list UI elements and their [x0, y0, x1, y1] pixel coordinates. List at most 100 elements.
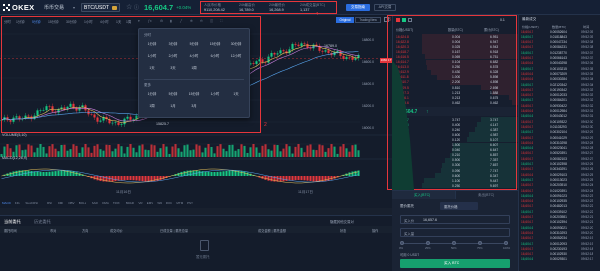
- annotation-number: 2: [264, 122, 267, 128]
- star-icon[interactable]: ☆: [126, 3, 132, 11]
- period-option[interactable]: 12小时: [226, 53, 246, 60]
- period-option[interactable]: 2小时: [163, 53, 183, 60]
- period-option[interactable]: 1小时: [205, 91, 225, 98]
- slider-mark[interactable]: [504, 241, 508, 245]
- period-option[interactable]: 1天: [142, 65, 162, 72]
- buy-submit-button[interactable]: 买入 BTC: [400, 259, 510, 268]
- macd-bar: [30, 171, 33, 176]
- trade-amount: 0.00102930: [550, 252, 567, 257]
- button-label: 买入 BTC: [444, 261, 460, 265]
- slider-mark[interactable]: [478, 241, 482, 245]
- volume-bar: [234, 150, 237, 157]
- trade-price: 16,604.7: [521, 215, 534, 219]
- tab-order-history[interactable]: 历史委托: [34, 219, 51, 225]
- macd-bar: [213, 171, 216, 176]
- period-option[interactable]: 4小时: [184, 53, 204, 60]
- trade-amount: 0.01103293: [550, 124, 567, 129]
- period-option[interactable]: 15分钟: [184, 91, 204, 98]
- volume-bar: [102, 150, 105, 157]
- period-dropdown[interactable]: 分时 1分钟 3分钟 5分钟 15分钟 30分钟 1小时 2小时 4小时 6小时…: [138, 28, 250, 118]
- indicator-tab[interactable]: EMV: [147, 201, 154, 205]
- info-icon[interactable]: ⓘ: [134, 4, 139, 11]
- time-label: 11月16日: [116, 190, 131, 194]
- tab-sell[interactable]: 卖出(BTC): [455, 191, 518, 199]
- trade-amount: 0.00930422: [550, 103, 567, 108]
- period-option[interactable]: 30分钟: [226, 41, 246, 48]
- trade-time: 09:52:31: [581, 109, 594, 113]
- amount-input[interactable]: 买入量: [400, 228, 510, 237]
- trade-time: 09:52:21: [581, 220, 594, 225]
- indicator-tab[interactable]: MTM: [176, 201, 183, 205]
- trade-amount: 0.00029301: [550, 257, 567, 262]
- indicator-tab[interactable]: RSI: [47, 201, 52, 205]
- trade-amount: 0.00102398: [550, 162, 567, 166]
- period-option[interactable]: 1周: [142, 103, 162, 110]
- tab-buy[interactable]: 买入(BTC): [392, 191, 455, 199]
- okex-logo[interactable]: OKEX: [3, 3, 34, 12]
- candle-body: [276, 53, 279, 55]
- period-option[interactable]: 5分钟: [184, 41, 204, 48]
- hide-other-pairs-toggle[interactable]: 隐藏其他交易对: [330, 219, 354, 224]
- period-option[interactable]: 3分钟: [163, 41, 183, 48]
- indicator-tab[interactable]: MACD: [2, 201, 11, 205]
- indicator-tab[interactable]: OBV: [68, 201, 74, 205]
- tab-current-orders[interactable]: 当前委托: [4, 219, 21, 225]
- volume-bar: [345, 148, 348, 157]
- period-option[interactable]: 1小时: [142, 53, 162, 60]
- slider-mark[interactable]: [452, 241, 456, 245]
- indicator-tab[interactable]: ROC: [166, 201, 173, 205]
- period-option[interactable]: 6小时: [205, 53, 225, 60]
- indicator-tab[interactable]: BOLL: [79, 201, 87, 205]
- volume-label: VOLUME(5,10): [2, 133, 27, 137]
- indicator-tab[interactable]: DMA: [102, 201, 109, 205]
- indicator-tab[interactable]: TRIX: [113, 201, 120, 205]
- indicator-tab[interactable]: BRAR: [126, 201, 134, 205]
- period-option[interactable]: 1分钟: [142, 41, 162, 48]
- indicator-tab[interactable]: WR: [157, 201, 162, 205]
- pair-badge: [112, 6, 117, 10]
- trading-guide-button[interactable]: 交易指南: [346, 4, 370, 11]
- button-label: 交易指南: [351, 5, 365, 9]
- macd-bar: [114, 176, 117, 182]
- period-option[interactable]: 5分钟: [163, 91, 183, 98]
- trade-amount: 0.00023041: [550, 146, 567, 151]
- volume-bar: [141, 144, 144, 157]
- indicator-tab[interactable]: PSY: [187, 201, 193, 205]
- trade-price: 16,604.7: [521, 135, 534, 140]
- indicator-tab[interactable]: VR: [138, 201, 142, 205]
- period-option[interactable]: 1月: [163, 103, 183, 110]
- trade-price: 16,604.7: [521, 236, 534, 241]
- candle-body: [324, 50, 327, 52]
- period-option[interactable]: 3天: [163, 65, 183, 72]
- volume-bar: [153, 145, 156, 157]
- coin-trading-menu[interactable]: 币币交易: [44, 4, 64, 11]
- period-option[interactable]: 15分钟: [205, 41, 225, 48]
- indicator-tab[interactable]: DMI: [58, 201, 64, 205]
- period-option[interactable]: 3月: [184, 103, 204, 110]
- volume-bar: [36, 147, 39, 157]
- trade-price: 16,604.6: [521, 193, 534, 198]
- macd-bar: [132, 176, 135, 181]
- order-type[interactable]: 限价委托: [400, 204, 414, 209]
- trade-time: 09:52:28: [581, 146, 594, 151]
- period-option[interactable]: 1周: [184, 65, 204, 72]
- price-type-select[interactable]: 委托价格: [440, 202, 478, 210]
- trade-row: 16,604.7 0.00052034 09:52:19: [518, 236, 600, 241]
- tab-tradingview[interactable]: TradingView: [355, 17, 381, 23]
- indicator-tab[interactable]: KDJ: [15, 201, 21, 205]
- indicator-tab[interactable]: SAR: [92, 201, 98, 205]
- period-option[interactable]: 1分钟: [142, 91, 162, 98]
- pair-selector[interactable]: BTC/USDT: [81, 3, 120, 12]
- slider-mark[interactable]: [426, 241, 430, 245]
- volume-bar: [279, 151, 282, 157]
- price-input[interactable]: 买入价 16,657.6: [400, 215, 510, 224]
- slider-mark[interactable]: [400, 241, 404, 245]
- trade-time: 09:52:19: [581, 241, 594, 246]
- indicator-tab[interactable]: StochRSI: [25, 201, 38, 205]
- volume-bar: [87, 147, 90, 157]
- volume-bar: [72, 144, 75, 157]
- api-trading-button[interactable]: API交易: [374, 4, 396, 11]
- period-option[interactable]: 1天: [226, 91, 246, 98]
- tab-original[interactable]: Original: [336, 17, 354, 23]
- volume-bar: [255, 147, 258, 157]
